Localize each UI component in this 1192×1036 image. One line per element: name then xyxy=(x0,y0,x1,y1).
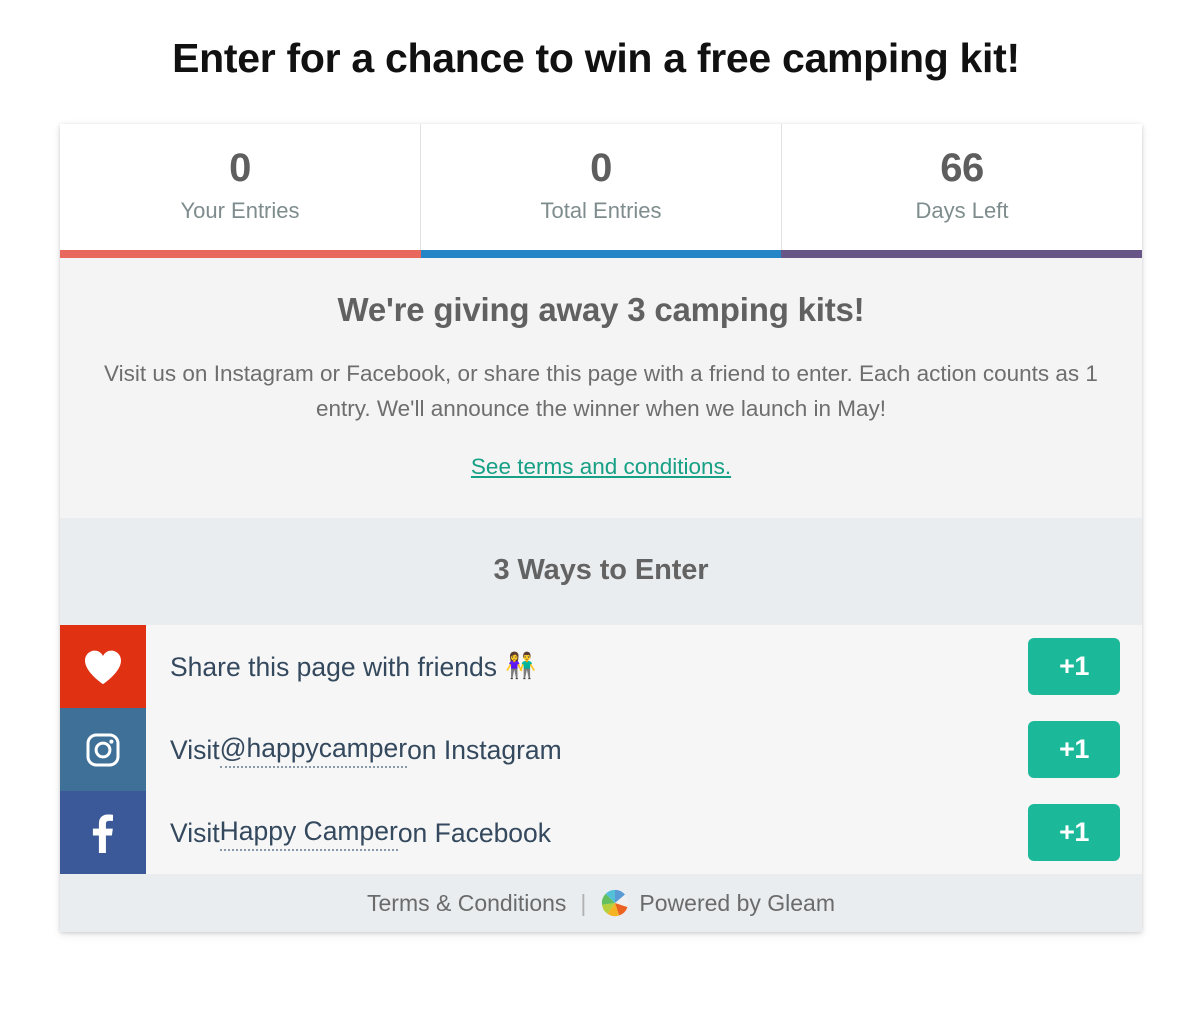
accent-bar-your-entries xyxy=(60,250,421,258)
plus-one-button[interactable]: +1 xyxy=(1028,638,1120,695)
ways-to-enter-header: 3 Ways to Enter xyxy=(60,518,1142,625)
entry-action-instagram: +1 xyxy=(1028,708,1142,791)
description-section: We're giving away 3 camping kits! Visit … xyxy=(60,258,1142,518)
entry-label-suffix: on Facebook xyxy=(397,817,552,848)
heart-icon-glyph xyxy=(85,650,121,684)
powered-by-gleam[interactable]: Powered by Gleam xyxy=(600,888,835,918)
entry-label-pagename[interactable]: Happy Camper xyxy=(219,814,398,851)
entry-label-instagram: Visit @happycamper on Instagram xyxy=(146,708,1028,791)
stat-label: Days Left xyxy=(915,198,1009,223)
stat-days-left: 66 Days Left xyxy=(782,124,1142,250)
stat-value: 0 xyxy=(229,146,251,190)
accent-bar-total-entries xyxy=(420,250,782,258)
couple-emoji: 👫 xyxy=(505,652,537,680)
stats-accent-bars xyxy=(60,250,1143,258)
stat-value: 0 xyxy=(590,146,612,190)
description-title: We're giving away 3 camping kits! xyxy=(337,291,865,328)
powered-by-label: Powered by Gleam xyxy=(639,889,835,916)
entry-label-handle[interactable]: @happycamper xyxy=(219,731,408,768)
description-body: Visit us on Instagram or Facebook, or sh… xyxy=(104,361,1098,421)
facebook-icon xyxy=(60,791,146,874)
stat-value: 66 xyxy=(940,146,984,190)
heart-icon xyxy=(60,625,146,708)
entry-label-prefix: Visit xyxy=(170,734,220,765)
footer-separator: | xyxy=(580,889,587,916)
stat-label: Total Entries xyxy=(540,198,662,223)
plus-one-button[interactable]: +1 xyxy=(1028,721,1120,778)
footer-terms-link[interactable]: Terms & Conditions xyxy=(367,890,566,917)
entry-label-text: Share this page with friends xyxy=(170,651,498,682)
giveaway-page: Enter for a chance to win a free camping… xyxy=(0,0,1192,1036)
entry-row-instagram[interactable]: Visit @happycamper on Instagram +1 xyxy=(60,708,1142,791)
entry-action-facebook: +1 xyxy=(1028,791,1142,874)
instagram-icon xyxy=(60,708,146,791)
entry-label-prefix: Visit xyxy=(170,817,220,848)
entry-action-share: +1 xyxy=(1028,625,1142,708)
plus-one-button[interactable]: +1 xyxy=(1028,804,1120,861)
stats-bar: 0 Your Entries 0 Total Entries 66 Days L… xyxy=(60,124,1142,250)
entry-row-share[interactable]: Share this page with friends 👫 +1 xyxy=(60,625,1142,708)
instagram-icon-glyph xyxy=(86,733,120,766)
stat-total-entries: 0 Total Entries xyxy=(421,124,782,250)
widget-footer: Terms & Conditions | Powered by Gleam xyxy=(60,874,1142,932)
page-title: Enter for a chance to win a free camping… xyxy=(172,35,1020,81)
gleam-logo-icon xyxy=(602,889,629,917)
entry-row-facebook[interactable]: Visit Happy Camper on Facebook +1 xyxy=(60,791,1142,874)
giveaway-widget: 0 Your Entries 0 Total Entries 66 Days L… xyxy=(60,124,1143,932)
facebook-icon-glyph xyxy=(92,813,113,853)
entries-list: Share this page with friends 👫 +1 Visit @… xyxy=(60,625,1142,874)
entry-label-suffix: on Instagram xyxy=(407,734,562,765)
accent-bar-days-left xyxy=(781,250,1143,258)
stat-your-entries: 0 Your Entries xyxy=(60,124,421,250)
terms-and-conditions-link[interactable]: See terms and conditions. xyxy=(471,454,731,479)
entry-label-share: Share this page with friends 👫 xyxy=(146,625,1028,708)
entry-label-facebook: Visit Happy Camper on Facebook xyxy=(146,791,1028,874)
stat-label: Your Entries xyxy=(180,198,300,223)
